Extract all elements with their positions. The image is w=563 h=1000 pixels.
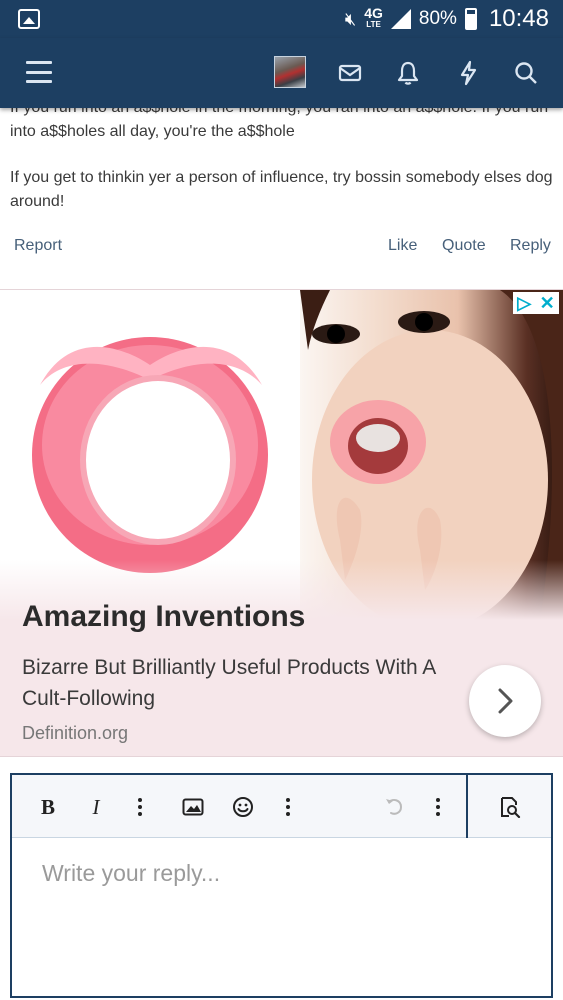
ad-choices-badge[interactable]: ▷ ✕: [513, 292, 559, 314]
like-link[interactable]: Like: [388, 237, 417, 255]
search-icon[interactable]: [512, 59, 540, 87]
reply-link[interactable]: Reply: [510, 237, 551, 255]
more-options-button[interactable]: [428, 795, 448, 819]
reply-input[interactable]: [12, 838, 551, 996]
editor-toolbar: B I: [12, 775, 551, 838]
status-bar: 🔇︎ 4G LTE 80% 10:48: [0, 0, 563, 38]
ad-choices-icon[interactable]: ▷: [517, 293, 531, 314]
chevron-right-icon: [498, 688, 513, 714]
reply-editor: B I: [10, 773, 553, 998]
ad-next-button[interactable]: [469, 665, 541, 737]
emoji-button[interactable]: [231, 795, 255, 819]
bold-button[interactable]: B: [38, 795, 58, 819]
avatar[interactable]: [274, 56, 306, 88]
clock: 10:48: [488, 5, 549, 32]
quote-link[interactable]: Quote: [442, 237, 486, 255]
ad-title[interactable]: Amazing Inventions: [22, 600, 305, 634]
italic-button[interactable]: I: [86, 795, 106, 819]
advertisement[interactable]: ▷ ✕ Amazing Inventions Bizarre But Brill…: [0, 289, 563, 757]
post-paragraph: If you get to thinkin yer a person of in…: [10, 169, 553, 210]
ad-description[interactable]: Bizarre But Brilliantly Useful Products …: [22, 652, 462, 714]
battery-percent: 80%: [418, 8, 457, 29]
signal-icon: [390, 9, 411, 29]
toolbar-divider: [466, 775, 468, 838]
ad-source[interactable]: Definition.org: [22, 723, 128, 744]
insert-image-button[interactable]: [180, 795, 206, 819]
post-body: If you run into an a$$hole in the mornin…: [0, 96, 563, 236]
post-actions: Report Like Quote Reply: [0, 237, 563, 263]
battery-icon: [464, 8, 477, 30]
gallery-icon: [18, 9, 40, 29]
status-icons: 🔇︎ 4G LTE 80% 10:48: [345, 4, 549, 34]
bell-icon[interactable]: [394, 59, 422, 87]
mail-icon[interactable]: [336, 59, 364, 87]
mute-icon: 🔇︎: [344, 8, 357, 29]
more-text-options-button[interactable]: [130, 795, 150, 819]
more-insert-options-button[interactable]: [278, 795, 298, 819]
undo-button[interactable]: [382, 795, 406, 819]
network-indicator: 4G LTE: [364, 5, 383, 29]
menu-icon[interactable]: [26, 61, 52, 83]
ad-image[interactable]: ▷ ✕: [0, 290, 563, 620]
bolt-icon[interactable]: [454, 59, 482, 87]
top-nav-bar: [0, 38, 563, 108]
ad-close-icon[interactable]: ✕: [540, 293, 555, 314]
preview-button[interactable]: [498, 795, 522, 819]
report-link[interactable]: Report: [14, 237, 62, 255]
